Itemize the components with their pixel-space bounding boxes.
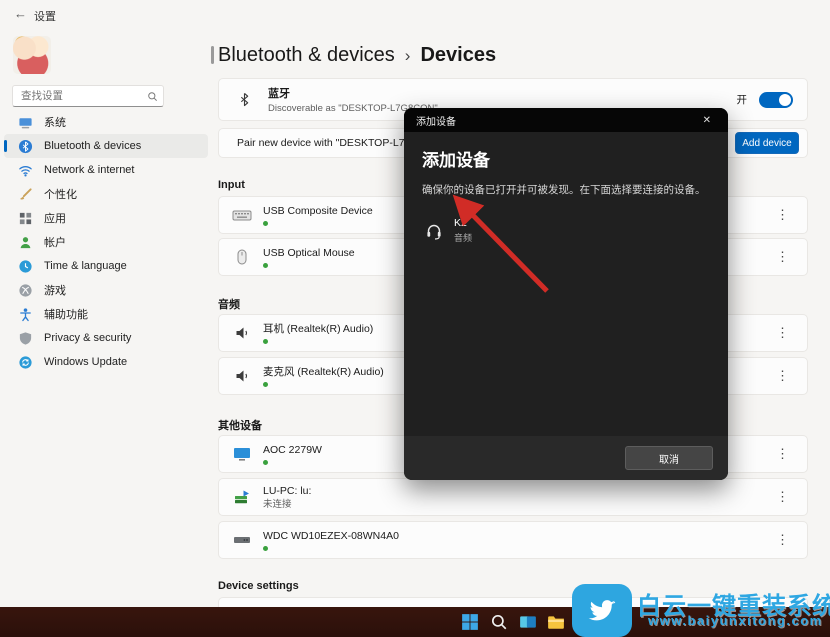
clock-icon [18, 259, 33, 274]
sidebar-item-bluetooth-devices[interactable]: Bluetooth & devices [4, 134, 208, 158]
settings-window: ← 设置 系统 Bluetooth & devices Network & in… [0, 0, 830, 637]
device-status-text: 未连接 [263, 499, 311, 510]
sidebar-item-accounts[interactable]: 帐户 [4, 230, 208, 254]
headset-icon [424, 221, 444, 241]
sidebar: 系统 Bluetooth & devices Network & interne… [4, 110, 208, 374]
sidebar-item-network[interactable]: Network & internet [4, 158, 208, 182]
more-options-icon[interactable]: ⋮ [770, 531, 795, 549]
device-type: 音频 [454, 231, 472, 244]
search-input[interactable] [12, 85, 164, 107]
sidebar-item-system[interactable]: 系统 [4, 110, 208, 134]
edge-browser-icon[interactable] [575, 613, 593, 631]
shield-icon [18, 331, 33, 346]
status-dot-icon [263, 546, 268, 551]
more-options-icon[interactable]: ⋮ [770, 488, 795, 506]
status-dot-icon [263, 460, 268, 465]
cancel-button[interactable]: 取消 [625, 446, 713, 470]
dialog-footer: 取消 [404, 436, 728, 480]
bluetooth-toggle[interactable] [759, 92, 793, 108]
brush-icon [18, 187, 33, 202]
section-other-devices: 其他设备 [218, 417, 262, 433]
accessibility-icon [18, 307, 33, 322]
status-dot-icon [263, 382, 268, 387]
device-row-lu-pc: LU-PC: lu:未连接 ⋮ [218, 478, 808, 516]
xbox-icon [18, 283, 33, 298]
dialog-titlebar-title: 添加设备 [416, 113, 456, 128]
update-icon [18, 355, 33, 370]
taskbar [0, 607, 830, 637]
hard-drive-icon [232, 530, 252, 550]
user-avatar [13, 36, 51, 74]
dialog-titlebar: 添加设备 ✕ [404, 108, 728, 132]
dialog-heading: 添加设备 [422, 146, 710, 171]
toggle-state-label: 开 [737, 92, 748, 107]
dialog-description: 确保你的设备已打开并可被发现。在下面选择要连接的设备。 [422, 182, 710, 197]
sidebar-item-apps[interactable]: 应用 [4, 206, 208, 230]
wifi-icon [18, 163, 33, 178]
back-arrow-icon[interactable]: ← [14, 6, 27, 21]
more-options-icon[interactable]: ⋮ [770, 248, 795, 266]
speaker-icon [232, 323, 252, 343]
keyboard-icon [232, 205, 252, 225]
sidebar-item-accessibility[interactable]: 辅助功能 [4, 302, 208, 326]
bluetooth-title: 蓝牙 [268, 85, 438, 101]
more-options-icon[interactable]: ⋮ [770, 324, 795, 342]
more-options-icon[interactable]: ⋮ [770, 367, 795, 385]
page-title: Devices [420, 44, 496, 67]
bluetooth-icon [18, 139, 33, 154]
taskbar-search-icon[interactable] [490, 613, 508, 631]
add-device-dialog: 添加设备 ✕ 添加设备 确保你的设备已打开并可被发现。在下面选择要连接的设备。 … [404, 108, 728, 480]
sidebar-item-personalization[interactable]: 个性化 [4, 182, 208, 206]
status-dot-icon [263, 221, 268, 226]
sidebar-item-gaming[interactable]: 游戏 [4, 278, 208, 302]
start-button-icon[interactable] [461, 613, 479, 631]
system-icon [18, 115, 33, 130]
status-dot-icon [263, 339, 268, 344]
bluetooth-glyph-icon [237, 92, 252, 107]
search-icon [147, 91, 158, 102]
sidebar-item-time-language[interactable]: Time & language [4, 254, 208, 278]
file-explorer-icon[interactable] [547, 613, 565, 631]
device-row-hard-drive: WDC WD10EZEX-08WN4A0 ⋮ [218, 521, 808, 559]
person-icon [18, 235, 33, 250]
task-view-icon[interactable] [519, 613, 537, 631]
search-box [12, 85, 164, 107]
section-device-settings: Device settings [218, 580, 299, 592]
section-audio: 音频 [218, 296, 240, 312]
dialog-device-k2[interactable]: K2 音频 [422, 213, 710, 248]
add-device-button[interactable]: Add device [735, 132, 799, 154]
sidebar-item-privacy[interactable]: Privacy & security [4, 326, 208, 350]
breadcrumb-parent[interactable]: Bluetooth & devices [218, 44, 395, 67]
breadcrumb-separator: › [405, 46, 411, 66]
apps-grid-icon [18, 211, 33, 226]
status-dot-icon [263, 263, 268, 268]
close-icon[interactable]: ✕ [698, 113, 716, 128]
speaker-icon [232, 366, 252, 386]
more-options-icon[interactable]: ⋮ [770, 206, 795, 224]
monitor-icon [232, 444, 252, 464]
more-options-icon[interactable]: ⋮ [770, 445, 795, 463]
mouse-icon [232, 247, 252, 267]
device-name: K2 [454, 217, 472, 229]
sidebar-scrollbar[interactable] [211, 46, 214, 64]
breadcrumb: Bluetooth & devices › Devices [218, 44, 496, 67]
sidebar-item-windows-update[interactable]: Windows Update [4, 350, 208, 374]
app-title: 设置 [34, 8, 56, 24]
media-server-icon [232, 487, 252, 507]
section-input: Input [218, 179, 245, 191]
